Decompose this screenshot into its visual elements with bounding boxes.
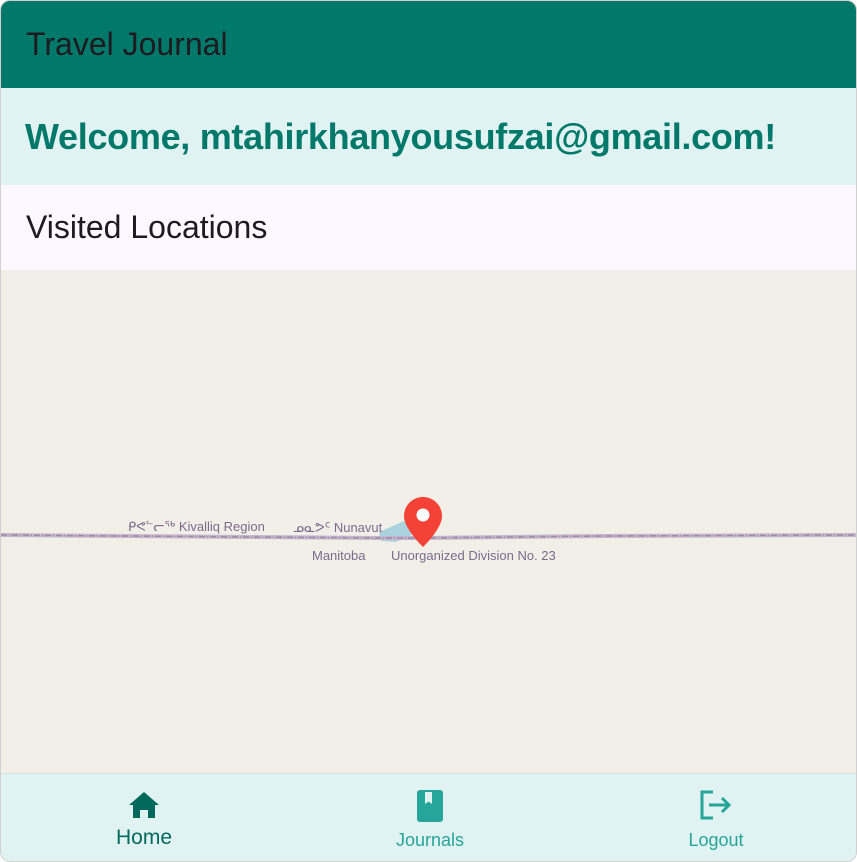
app-title: Travel Journal — [26, 26, 228, 62]
section-title: Visited Locations — [26, 209, 268, 245]
map-label-manitoba: Manitoba — [312, 548, 366, 563]
nav-item-logout[interactable]: Logout — [636, 774, 796, 861]
home-icon — [129, 792, 159, 818]
map-label-division: Unorganized Division No. 23 — [391, 548, 556, 563]
welcome-message: Welcome, mtahirkhanyousufzai@gmail.com! — [25, 116, 776, 157]
map-view[interactable]: ᑭᕙᓪᓕᖅ Kivalliq Region ᓄᓇᕗᑦ Nunavut Manit… — [1, 270, 856, 773]
nav-label-journals: Journals — [395, 830, 465, 850]
app-bar: Travel Journal — [1, 1, 856, 88]
app-window: Travel Journal Welcome, mtahirkhanyousuf… — [0, 0, 857, 862]
nav-label-home: Home — [115, 826, 173, 849]
welcome-banner: Welcome, mtahirkhanyousufzai@gmail.com! — [1, 88, 856, 185]
map-label-nunavut: ᓄᓇᕗᑦ Nunavut — [293, 520, 383, 535]
nav-label-logout: Logout — [688, 830, 744, 850]
nav-item-journals[interactable]: Journals — [350, 774, 510, 861]
section-header: Visited Locations — [1, 185, 856, 270]
book-icon — [417, 790, 443, 822]
logout-icon — [700, 790, 732, 820]
map-label-kivalliq: ᑭᕙᓪᓕᖅ Kivalliq Region — [128, 519, 265, 534]
bottom-navigation: Home Journals Logout — [1, 773, 856, 861]
location-marker-icon[interactable] — [403, 496, 443, 548]
nav-item-home[interactable]: Home — [64, 774, 224, 861]
